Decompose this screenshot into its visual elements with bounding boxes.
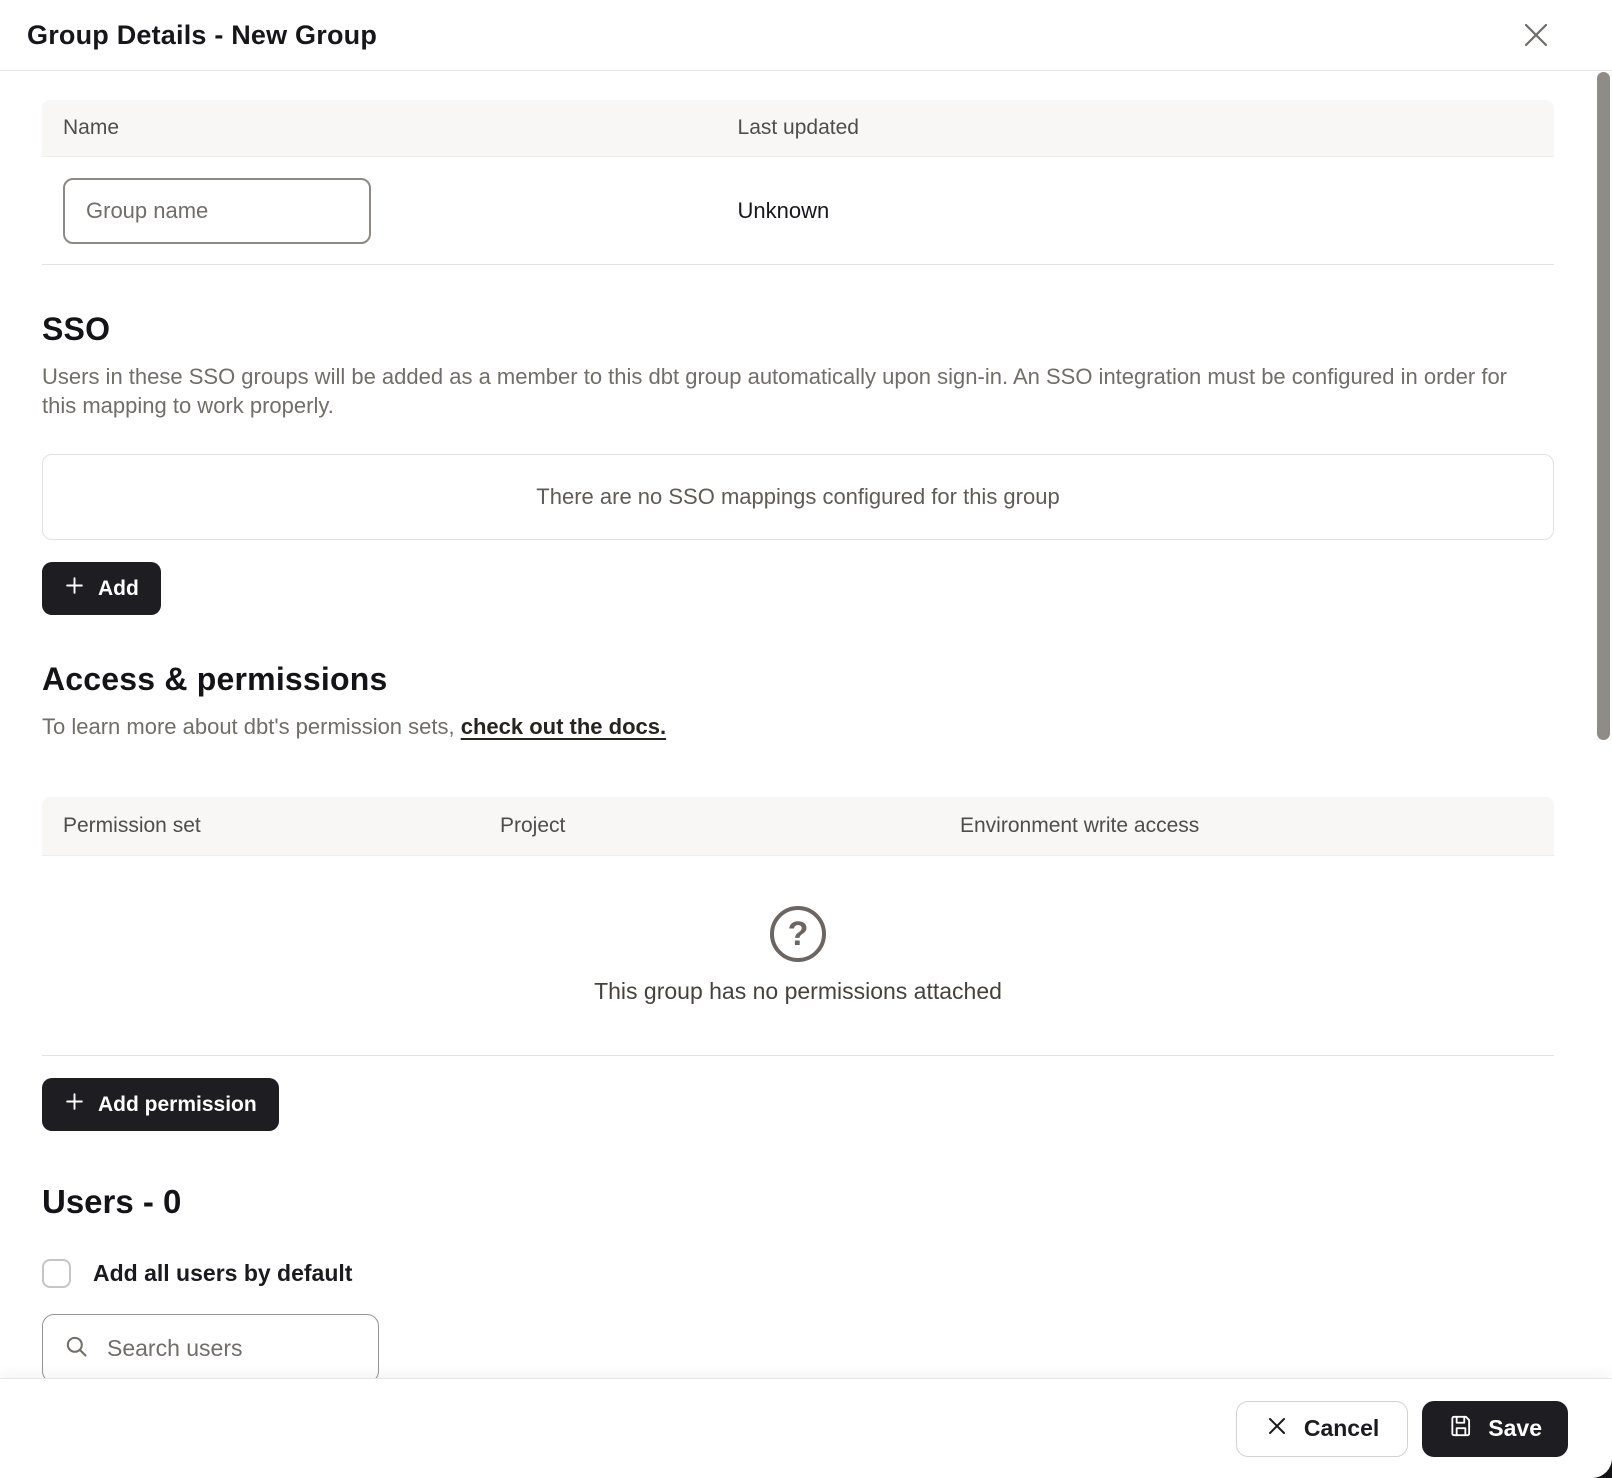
permissions-description-text: To learn more about dbt's permission set… (42, 714, 461, 739)
project-column-header: Project (500, 814, 960, 838)
save-button[interactable]: Save (1422, 1401, 1568, 1457)
permissions-empty-state: ? This group has no permissions attached (42, 856, 1554, 1056)
cancel-x-icon (1265, 1414, 1289, 1444)
sso-heading: SSO (42, 311, 1554, 348)
modal-footer: Cancel Save (0, 1378, 1612, 1478)
plus-icon (64, 575, 85, 602)
sso-section: SSO Users in these SSO groups will be ad… (42, 311, 1554, 615)
permissions-table-header-row: Permission set Project Environment write… (42, 797, 1554, 856)
help-circle-icon: ? (770, 906, 826, 962)
add-sso-mapping-button[interactable]: Add (42, 562, 161, 615)
name-table-header-row: Name Last updated (42, 100, 1554, 157)
name-column-header: Name (42, 116, 738, 140)
environment-write-access-column-header: Environment write access (960, 814, 1554, 838)
permissions-description: To learn more about dbt's permission set… (42, 712, 1542, 741)
cancel-button-label: Cancel (1304, 1415, 1379, 1442)
close-icon (1521, 20, 1551, 53)
search-users-box (42, 1314, 379, 1378)
sso-description: Users in these SSO groups will be added … (42, 362, 1542, 420)
sso-empty-state: There are no SSO mappings configured for… (42, 454, 1554, 540)
modal-scroll-content[interactable]: Name Last updated Unknown SSO Users in t… (0, 72, 1612, 1378)
users-section: Users - 0 Add all users by default (42, 1183, 1554, 1378)
plus-icon (64, 1091, 85, 1118)
close-button[interactable] (1518, 18, 1554, 54)
cancel-button[interactable]: Cancel (1236, 1401, 1408, 1457)
add-all-users-label: Add all users by default (93, 1260, 352, 1287)
add-sso-button-label: Add (98, 577, 139, 601)
add-permission-button-label: Add permission (98, 1093, 257, 1117)
add-all-users-checkbox[interactable] (42, 1259, 71, 1288)
permissions-section: Access & permissions To learn more about… (42, 661, 1554, 1131)
add-all-users-row: Add all users by default (42, 1259, 1554, 1288)
last-updated-column-header: Last updated (738, 116, 1554, 140)
group-name-table: Name Last updated Unknown (42, 100, 1554, 265)
vertical-scrollbar-thumb[interactable] (1597, 72, 1610, 740)
docs-link[interactable]: check out the docs. (461, 714, 666, 739)
table-row: Unknown (42, 157, 1554, 265)
question-mark-glyph: ? (788, 917, 809, 951)
page-title: Group Details - New Group (27, 20, 377, 51)
search-icon (63, 1333, 90, 1365)
search-users-input[interactable] (107, 1335, 403, 1362)
last-updated-value: Unknown (738, 198, 1554, 224)
modal-header: Group Details - New Group (0, 0, 1612, 71)
save-button-label: Save (1488, 1415, 1542, 1442)
permission-set-column-header: Permission set (42, 814, 500, 838)
group-name-input[interactable] (63, 178, 371, 244)
sso-empty-message: There are no SSO mappings configured for… (536, 484, 1059, 510)
users-heading: Users - 0 (42, 1183, 1554, 1221)
save-disk-icon (1448, 1413, 1474, 1445)
add-permission-button[interactable]: Add permission (42, 1078, 279, 1131)
group-details-modal: Group Details - New Group Name Last upda… (0, 0, 1612, 1478)
permissions-heading: Access & permissions (42, 661, 1554, 698)
permissions-empty-message: This group has no permissions attached (594, 978, 1002, 1005)
